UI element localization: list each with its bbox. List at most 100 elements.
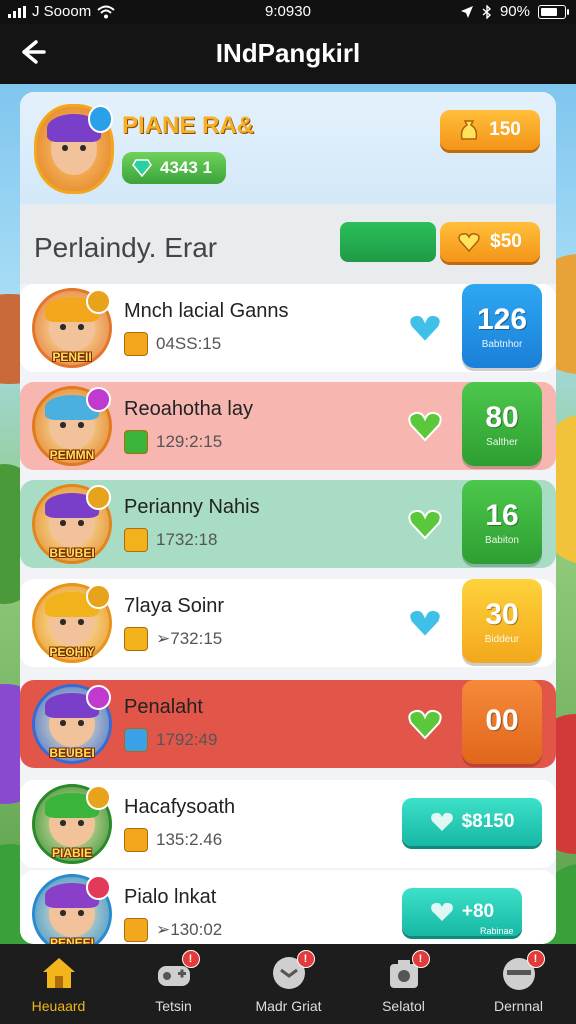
camera-icon: ! — [384, 950, 430, 992]
row-time-value: 1792:49 — [156, 730, 218, 749]
avatar-face — [45, 792, 99, 847]
leaderboard-row[interactable]: PEMMN Reoahotha lay 129:2:15 80 Salther — [20, 382, 556, 470]
avatar-badge-icon — [86, 485, 111, 510]
avatar-face — [45, 882, 99, 937]
battery-percent: 90% — [499, 3, 530, 20]
score-caption: Salther — [486, 436, 518, 448]
location-icon — [460, 5, 473, 18]
leaderboard-row[interactable]: BEUBEI Perianny Nahis 1732:18 16 Babiton — [20, 480, 556, 568]
heart-icon[interactable] — [408, 508, 442, 540]
row-avatar[interactable]: PENEEI — [32, 874, 112, 944]
nav-label: Selatol — [382, 998, 425, 1014]
row-player-name: Hacafysoath — [124, 796, 236, 818]
nav-selatol[interactable]: ! Selatol — [346, 944, 461, 1024]
score-value: 30 — [485, 597, 519, 631]
leaderboard-row[interactable]: PEOHIY 7laya Soinr ➢732:15 30 Biddeur — [20, 579, 556, 667]
notification-badge: ! — [181, 950, 200, 968]
avatar-badge-icon — [86, 387, 111, 412]
nav-dernnal[interactable]: ! Dernnal — [461, 944, 576, 1024]
row-avatar[interactable]: BEUBEI — [32, 484, 112, 564]
section-reward-button[interactable]: $50 — [440, 222, 540, 262]
row-level-icon — [124, 430, 148, 454]
score-box[interactable]: 00 — [462, 680, 542, 764]
row-level-icon — [124, 918, 148, 942]
avatar-banner: PEMMN — [49, 447, 95, 462]
row-avatar[interactable]: PEMMN — [32, 386, 112, 466]
heart-icon — [458, 233, 480, 252]
heart-icon[interactable] — [408, 607, 442, 639]
notification-badge: ! — [296, 950, 315, 968]
section-reward-value: $50 — [490, 231, 522, 252]
row-player-name: Pialo lnkat — [124, 886, 217, 908]
row-time-value: 04SS:15 — [156, 334, 222, 353]
row-player-name: Reoahotha lay — [124, 398, 253, 420]
pill-icon — [430, 902, 453, 921]
heart-icon[interactable] — [408, 312, 442, 344]
score-box[interactable]: 30 Biddeur — [462, 579, 542, 663]
score-box[interactable]: 126 Babtnhor — [462, 284, 542, 368]
score-caption: Babiton — [485, 534, 519, 546]
score-box[interactable]: 16 Babiton — [462, 480, 542, 564]
reward-pill[interactable]: $8150 — [402, 798, 542, 846]
leaderboard-row[interactable]: PENEEI Pialo lnkat ➢130:02 +80 Rabinae — [20, 870, 556, 944]
row-time-value: 135:2.46 — [156, 830, 223, 849]
player-badge-icon — [88, 105, 113, 133]
score-value: 80 — [485, 400, 519, 434]
avatar-banner: PENEII — [52, 349, 92, 364]
nav-label: Dernnal — [493, 998, 544, 1014]
status-bar: J Sooom 9:0930 90% — [0, 0, 576, 24]
leaderboard-row[interactable]: BEUBEI Penalaht 1792:49 00 — [20, 680, 556, 768]
player-avatar[interactable] — [34, 104, 114, 194]
nav-label: Heuaard — [31, 998, 86, 1014]
score-value: 126 — [476, 302, 528, 336]
row-time-value: 129:2:15 — [156, 432, 223, 451]
leaderboard-panel: PIANE RA& 4343 1 150 Perlaindy. Erar $50… — [20, 92, 556, 944]
nav-label: Madr Griat — [255, 998, 322, 1014]
leaderboard-section-header: Perlaindy. Erar $50 — [20, 204, 556, 284]
avatar-face — [45, 591, 99, 646]
gem-count: 4343 1 — [160, 158, 212, 177]
row-avatar[interactable]: PIABIE — [32, 784, 112, 864]
row-level-icon — [124, 728, 148, 752]
chat-icon: ! — [269, 950, 315, 992]
heart-icon[interactable] — [408, 708, 442, 740]
avatar-face — [45, 296, 99, 351]
row-time: 135:2.46 — [124, 828, 222, 852]
row-time-value: ➢732:15 — [156, 629, 223, 648]
coin-bag-icon — [460, 120, 478, 140]
app-header: INdPangkirl — [0, 24, 576, 84]
player-profile-card: PIANE RA& 4343 1 150 — [20, 92, 556, 204]
nav-home[interactable]: Heuaard — [1, 944, 116, 1024]
leaderboard-row[interactable]: PIABIE Hacafysoath 135:2.46 $8150 — [20, 780, 556, 868]
coin-balance-button[interactable]: 150 — [440, 110, 540, 150]
score-box[interactable]: 80 Salther — [462, 382, 542, 466]
leaderboard-row[interactable]: PENEII Mnch lacial Ganns 04SS:15 126 Bab… — [20, 284, 556, 372]
row-player-name: Mnch lacial Ganns — [124, 300, 289, 322]
avatar-banner: BEUBEI — [49, 545, 95, 560]
row-level-icon — [124, 627, 148, 651]
row-avatar[interactable]: PEOHIY — [32, 583, 112, 663]
notification-badge: ! — [526, 950, 545, 968]
row-avatar[interactable]: PENEII — [32, 288, 112, 368]
bottom-navigation: Heuaard! Tetsin! Madr Griat! Selatol! De… — [0, 944, 576, 1024]
status-right: 90% — [460, 3, 569, 20]
avatar-face — [45, 692, 99, 747]
gem-counter: 4343 1 — [122, 152, 226, 184]
reward-value: $8150 — [461, 811, 515, 832]
row-time: ➢732:15 — [124, 627, 222, 651]
reward-caption: Rabinae — [480, 926, 514, 936]
avatar-badge-icon — [86, 875, 111, 900]
avatar-face — [45, 394, 99, 449]
score-value: 00 — [485, 704, 519, 737]
avatar-face — [47, 113, 101, 176]
pill-icon — [430, 812, 453, 831]
score-caption: Babtnhor — [481, 338, 523, 350]
row-avatar[interactable]: BEUBEI — [32, 684, 112, 764]
heart-icon[interactable] — [408, 410, 442, 442]
row-time: ➢130:02 — [124, 918, 222, 942]
green-progress-bar[interactable] — [340, 222, 436, 262]
battery-icon — [538, 4, 569, 19]
nav-madr-griat[interactable]: ! Madr Griat — [231, 944, 346, 1024]
nav-tetsin[interactable]: ! Tetsin — [116, 944, 231, 1024]
avatar-banner: PIABIE — [51, 845, 93, 860]
